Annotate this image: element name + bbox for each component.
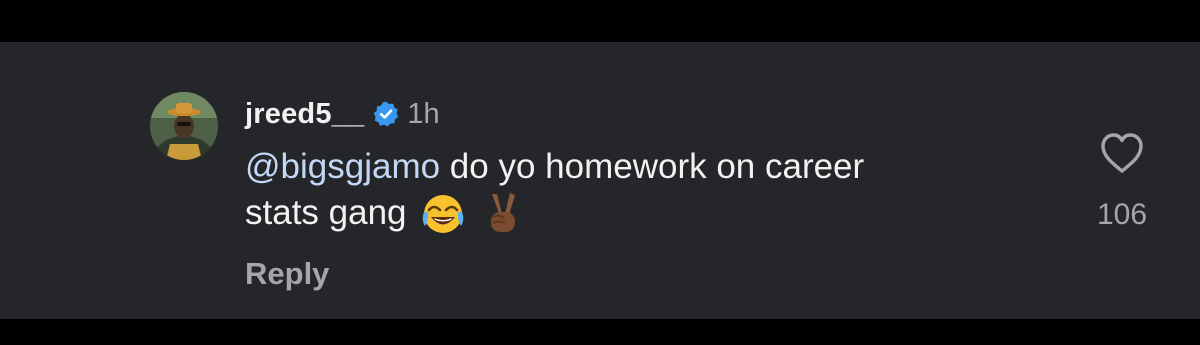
heart-outline-icon[interactable] <box>1098 130 1146 176</box>
reply-button[interactable]: Reply <box>245 256 329 292</box>
comment-panel: jreed5__ 1h @bigsgjamo do yo homework on… <box>0 42 1200 319</box>
avatar[interactable] <box>150 92 218 160</box>
comment-text-line1: do yo homework on career <box>440 147 865 186</box>
timestamp: 1h <box>407 97 440 130</box>
comment-header: jreed5__ 1h <box>245 94 440 134</box>
avatar-image <box>150 92 218 160</box>
comment-text: @bigsgjamo do yo homework on career stat… <box>245 144 1005 236</box>
mention-link[interactable]: @bigsgjamo <box>245 147 440 186</box>
like-count: 106 <box>1096 198 1148 231</box>
username[interactable]: jreed5__ <box>245 98 364 131</box>
face-with-tears-of-joy-icon <box>420 190 466 236</box>
victory-hand-icon <box>480 190 526 236</box>
verified-badge-icon <box>372 100 400 128</box>
comment-text-line2: stats gang <box>245 193 407 232</box>
